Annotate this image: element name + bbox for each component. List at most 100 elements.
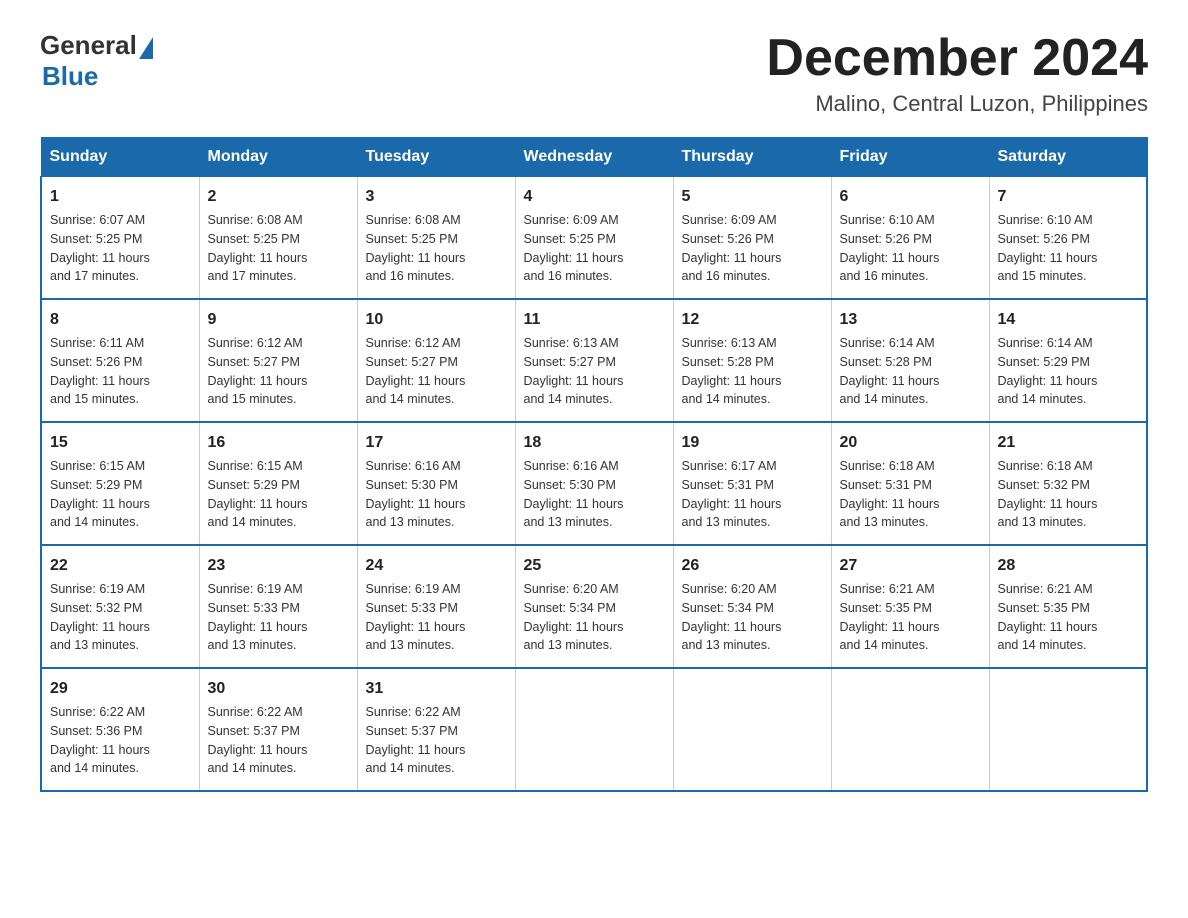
day-number: 1 [50,185,191,209]
header-monday: Monday [199,138,357,177]
calendar-cell: 7 Sunrise: 6:10 AM Sunset: 5:26 PM Dayli… [989,177,1147,300]
calendar-cell: 9 Sunrise: 6:12 AM Sunset: 5:27 PM Dayli… [199,299,357,422]
title-block: December 2024 Malino, Central Luzon, Phi… [766,30,1148,117]
page-title: December 2024 [766,30,1148,87]
day-info: Sunrise: 6:22 AM Sunset: 5:36 PM Dayligh… [50,703,191,778]
day-number: 11 [524,308,665,332]
header-tuesday: Tuesday [357,138,515,177]
calendar-cell: 26 Sunrise: 6:20 AM Sunset: 5:34 PM Dayl… [673,545,831,668]
calendar-cell: 8 Sunrise: 6:11 AM Sunset: 5:26 PM Dayli… [41,299,199,422]
day-info: Sunrise: 6:15 AM Sunset: 5:29 PM Dayligh… [50,457,191,532]
calendar-cell: 31 Sunrise: 6:22 AM Sunset: 5:37 PM Dayl… [357,668,515,791]
day-number: 30 [208,677,349,701]
day-number: 22 [50,554,191,578]
day-number: 31 [366,677,507,701]
calendar-week-1: 1 Sunrise: 6:07 AM Sunset: 5:25 PM Dayli… [41,177,1147,300]
day-info: Sunrise: 6:09 AM Sunset: 5:26 PM Dayligh… [682,211,823,286]
calendar-cell: 17 Sunrise: 6:16 AM Sunset: 5:30 PM Dayl… [357,422,515,545]
calendar-cell: 15 Sunrise: 6:15 AM Sunset: 5:29 PM Dayl… [41,422,199,545]
day-info: Sunrise: 6:12 AM Sunset: 5:27 PM Dayligh… [208,334,349,409]
calendar-table: Sunday Monday Tuesday Wednesday Thursday… [40,137,1148,792]
day-number: 19 [682,431,823,455]
day-number: 21 [998,431,1139,455]
day-info: Sunrise: 6:11 AM Sunset: 5:26 PM Dayligh… [50,334,191,409]
day-info: Sunrise: 6:14 AM Sunset: 5:29 PM Dayligh… [998,334,1139,409]
calendar-cell: 25 Sunrise: 6:20 AM Sunset: 5:34 PM Dayl… [515,545,673,668]
header-saturday: Saturday [989,138,1147,177]
calendar-cell: 3 Sunrise: 6:08 AM Sunset: 5:25 PM Dayli… [357,177,515,300]
logo-triangle-icon [139,37,153,59]
calendar-cell: 28 Sunrise: 6:21 AM Sunset: 5:35 PM Dayl… [989,545,1147,668]
calendar-cell: 16 Sunrise: 6:15 AM Sunset: 5:29 PM Dayl… [199,422,357,545]
day-number: 2 [208,185,349,209]
calendar-cell: 24 Sunrise: 6:19 AM Sunset: 5:33 PM Dayl… [357,545,515,668]
day-number: 4 [524,185,665,209]
page-header: General Blue December 2024 Malino, Centr… [40,30,1148,117]
day-info: Sunrise: 6:10 AM Sunset: 5:26 PM Dayligh… [840,211,981,286]
calendar-cell: 12 Sunrise: 6:13 AM Sunset: 5:28 PM Dayl… [673,299,831,422]
day-number: 8 [50,308,191,332]
day-number: 5 [682,185,823,209]
header-friday: Friday [831,138,989,177]
calendar-cell: 10 Sunrise: 6:12 AM Sunset: 5:27 PM Dayl… [357,299,515,422]
calendar-cell: 2 Sunrise: 6:08 AM Sunset: 5:25 PM Dayli… [199,177,357,300]
day-number: 25 [524,554,665,578]
day-number: 14 [998,308,1139,332]
day-info: Sunrise: 6:18 AM Sunset: 5:31 PM Dayligh… [840,457,981,532]
day-info: Sunrise: 6:22 AM Sunset: 5:37 PM Dayligh… [366,703,507,778]
day-number: 12 [682,308,823,332]
calendar-cell: 11 Sunrise: 6:13 AM Sunset: 5:27 PM Dayl… [515,299,673,422]
day-number: 23 [208,554,349,578]
calendar-cell: 14 Sunrise: 6:14 AM Sunset: 5:29 PM Dayl… [989,299,1147,422]
calendar-cell: 22 Sunrise: 6:19 AM Sunset: 5:32 PM Dayl… [41,545,199,668]
day-number: 9 [208,308,349,332]
logo-general-text: General [40,30,137,61]
day-number: 28 [998,554,1139,578]
calendar-cell: 6 Sunrise: 6:10 AM Sunset: 5:26 PM Dayli… [831,177,989,300]
calendar-cell: 21 Sunrise: 6:18 AM Sunset: 5:32 PM Dayl… [989,422,1147,545]
day-info: Sunrise: 6:10 AM Sunset: 5:26 PM Dayligh… [998,211,1139,286]
day-info: Sunrise: 6:08 AM Sunset: 5:25 PM Dayligh… [208,211,349,286]
logo-blue-text: Blue [42,61,98,92]
day-number: 3 [366,185,507,209]
calendar-cell: 4 Sunrise: 6:09 AM Sunset: 5:25 PM Dayli… [515,177,673,300]
day-info: Sunrise: 6:21 AM Sunset: 5:35 PM Dayligh… [998,580,1139,655]
calendar-week-4: 22 Sunrise: 6:19 AM Sunset: 5:32 PM Dayl… [41,545,1147,668]
day-number: 24 [366,554,507,578]
calendar-cell: 30 Sunrise: 6:22 AM Sunset: 5:37 PM Dayl… [199,668,357,791]
calendar-cell: 5 Sunrise: 6:09 AM Sunset: 5:26 PM Dayli… [673,177,831,300]
day-info: Sunrise: 6:18 AM Sunset: 5:32 PM Dayligh… [998,457,1139,532]
day-info: Sunrise: 6:13 AM Sunset: 5:28 PM Dayligh… [682,334,823,409]
day-info: Sunrise: 6:15 AM Sunset: 5:29 PM Dayligh… [208,457,349,532]
day-info: Sunrise: 6:22 AM Sunset: 5:37 PM Dayligh… [208,703,349,778]
calendar-week-2: 8 Sunrise: 6:11 AM Sunset: 5:26 PM Dayli… [41,299,1147,422]
day-info: Sunrise: 6:12 AM Sunset: 5:27 PM Dayligh… [366,334,507,409]
calendar-cell [673,668,831,791]
day-number: 18 [524,431,665,455]
day-number: 29 [50,677,191,701]
day-number: 7 [998,185,1139,209]
day-info: Sunrise: 6:20 AM Sunset: 5:34 PM Dayligh… [682,580,823,655]
day-info: Sunrise: 6:21 AM Sunset: 5:35 PM Dayligh… [840,580,981,655]
day-info: Sunrise: 6:14 AM Sunset: 5:28 PM Dayligh… [840,334,981,409]
logo: General Blue [40,30,155,92]
header-sunday: Sunday [41,138,199,177]
day-number: 20 [840,431,981,455]
day-number: 16 [208,431,349,455]
day-info: Sunrise: 6:13 AM Sunset: 5:27 PM Dayligh… [524,334,665,409]
header-wednesday: Wednesday [515,138,673,177]
day-number: 26 [682,554,823,578]
day-number: 6 [840,185,981,209]
calendar-cell: 23 Sunrise: 6:19 AM Sunset: 5:33 PM Dayl… [199,545,357,668]
day-info: Sunrise: 6:20 AM Sunset: 5:34 PM Dayligh… [524,580,665,655]
day-info: Sunrise: 6:16 AM Sunset: 5:30 PM Dayligh… [524,457,665,532]
calendar-cell [989,668,1147,791]
day-info: Sunrise: 6:16 AM Sunset: 5:30 PM Dayligh… [366,457,507,532]
calendar-cell: 19 Sunrise: 6:17 AM Sunset: 5:31 PM Dayl… [673,422,831,545]
day-number: 17 [366,431,507,455]
day-info: Sunrise: 6:19 AM Sunset: 5:33 PM Dayligh… [208,580,349,655]
day-info: Sunrise: 6:19 AM Sunset: 5:32 PM Dayligh… [50,580,191,655]
day-number: 15 [50,431,191,455]
calendar-week-3: 15 Sunrise: 6:15 AM Sunset: 5:29 PM Dayl… [41,422,1147,545]
calendar-cell: 1 Sunrise: 6:07 AM Sunset: 5:25 PM Dayli… [41,177,199,300]
